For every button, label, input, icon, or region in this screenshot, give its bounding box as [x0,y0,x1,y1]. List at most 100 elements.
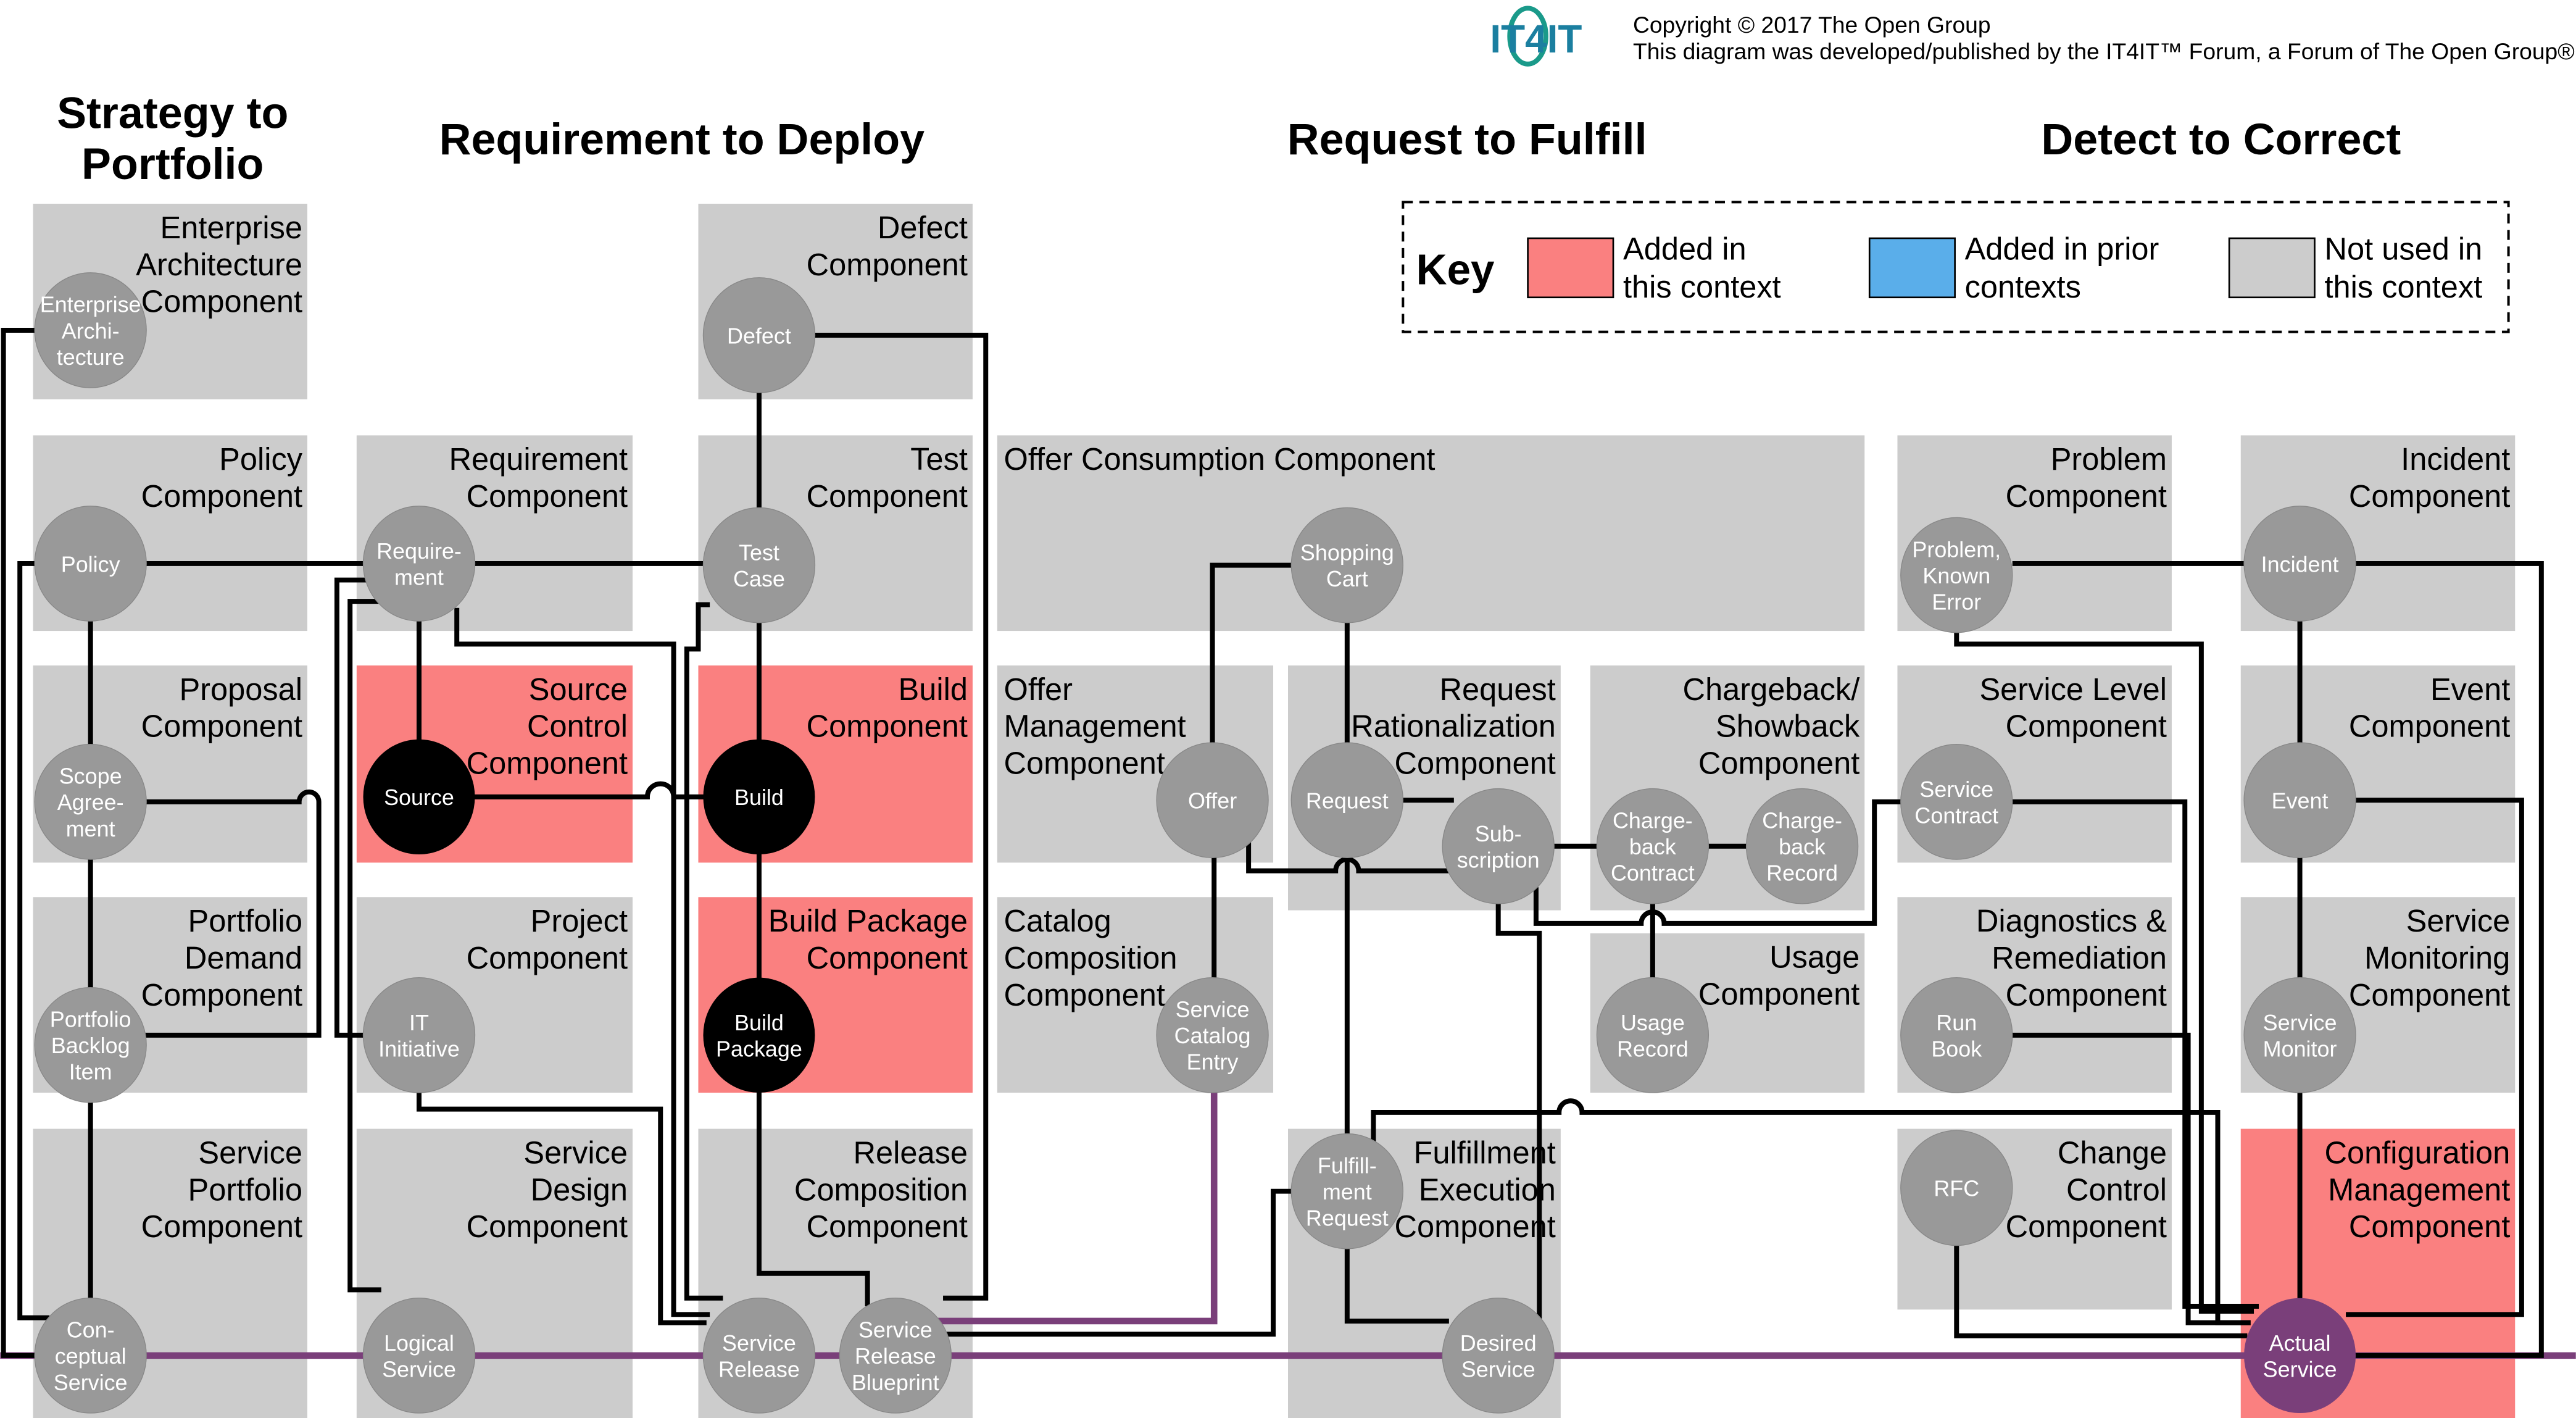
key-swatch [1527,237,1614,299]
data-object-defect[interactable]: Defect [702,277,816,393]
stream-heading-r2d: Requirement to Deploy [439,115,925,164]
data-object-service-release-blueprint[interactable]: ServiceReleaseBlueprint [839,1298,952,1414]
data-object-service-catalog-entry[interactable]: ServiceCatalogEntry [1156,977,1269,1093]
component-title: Portfolio [188,1172,303,1207]
component-title: Component [1394,746,1555,781]
component-title: Control [2066,1172,2167,1207]
data-object-label: Request [1306,788,1389,814]
component-title: Component [2349,1209,2510,1244]
data-object-logical-service[interactable]: LogicalService [362,1298,476,1414]
key-swatch [2228,237,2316,299]
component-title: Portfolio [188,903,303,938]
component-title: Service Level [1979,672,2167,707]
component-title: Offer Consumption Component [1004,441,1435,477]
data-object-label: Shopping [1300,540,1394,565]
data-object-label: Charge- [1762,807,1842,833]
component-title: Component [1394,1209,1555,1244]
component-title: Architecture [136,247,302,282]
data-object-run-book[interactable]: RunBook [1900,977,2013,1093]
data-object-label: Blueprint [852,1370,939,1395]
component-title: Component [141,977,302,1012]
data-object-label: Contract [1914,803,1998,828]
data-object-label: ment [66,816,115,841]
component-offer-consumption: Offer Consumption Component [997,435,1865,632]
data-object-label: Release [855,1343,936,1369]
data-object-rfc[interactable]: RFC [1900,1130,2013,1246]
key-label: Added in [1623,231,1747,267]
component-title: Remediation [1992,940,2167,975]
data-object-usage-record[interactable]: UsageRecord [1596,977,1710,1093]
component-title: Composition [794,1172,968,1207]
it4it-logo: IT4IT [1490,6,1582,67]
data-object-label: Build [734,1010,784,1035]
data-object-shopping-cart[interactable]: ShoppingCart [1290,507,1403,624]
data-object-incident[interactable]: Incident [2243,506,2356,622]
data-object-label: Initiative [378,1036,460,1061]
data-object-actual-service[interactable]: ActualService [2244,1298,2356,1414]
data-object-label: Charge- [1613,807,1693,833]
component-title: Component [1004,746,1165,781]
data-object-label: Package [716,1036,802,1061]
it4it-value-stream-diagram: EnterpriseArchitectureComponentPolicyCom… [0,6,2576,1418]
data-object-label: Desired [1460,1330,1537,1356]
data-object-label: Service [1919,777,1993,802]
stream-heading-d2c: Detect to Correct [2041,115,2401,164]
data-object-source[interactable]: Source [363,739,475,855]
data-object-problem-known-error[interactable]: Problem,KnownError [1900,517,2013,633]
component-title: Component [2006,977,2167,1012]
data-object-label: Logical [384,1330,454,1356]
data-object-service-release[interactable]: ServiceRelease [702,1298,816,1414]
data-object-offer[interactable]: Offer [1156,742,1269,859]
component-title: Test [910,441,968,477]
logo-text: IT4IT [1490,17,1582,61]
data-object-enterprise-architecture[interactable]: EnterpriseArchi-tecture [34,272,147,388]
data-object-desired-service[interactable]: DesiredService [1442,1298,1555,1414]
component-title: Component [2349,478,2510,514]
data-object-label: Agree- [57,790,124,815]
data-object-fulfillment-request[interactable]: Fulfill-mentRequest [1290,1133,1403,1249]
data-object-label: Problem, [1912,536,2001,562]
component-title: Service [198,1135,302,1170]
data-object-label: tecture [57,344,125,370]
data-object-portfolio-backlog-item[interactable]: PortfolioBacklogItem [34,986,147,1103]
component-title: Monitoring [2364,940,2510,975]
data-object-build[interactable]: Build [703,739,815,855]
component-title: Component [807,940,968,975]
component-title: Component [467,1209,628,1244]
data-object-label: Record [1617,1036,1689,1061]
data-object-subscription[interactable]: Sub-scription [1442,788,1555,904]
data-object-label: Run [1936,1010,1977,1035]
connector [944,1188,1293,1337]
data-object-scope-agreement[interactable]: ScopeAgree-ment [34,744,147,860]
component-title: Build [899,672,968,707]
data-object-requirement[interactable]: Require-ment [362,506,476,622]
component-title: Design [531,1172,628,1207]
component-title: Usage [1769,940,1859,975]
data-object-service-contract[interactable]: ServiceContract [1900,744,2013,860]
component-title: Component [807,247,968,282]
data-object-event[interactable]: Event [2243,742,2356,859]
data-object-it-initiative[interactable]: ITInitiative [362,977,476,1093]
data-object-label: Sub- [1475,821,1522,846]
component-title: Configuration [2324,1135,2510,1170]
data-object-chargeback-contract[interactable]: Charge-backContract [1596,788,1710,904]
data-object-label: Require- [376,538,462,564]
data-object-policy[interactable]: Policy [34,506,147,622]
component-title: Service [2406,903,2511,938]
component-title: Management [2328,1172,2510,1207]
stream-heading-s2p: Strategy to [57,89,288,138]
data-object-test-case[interactable]: TestCase [702,507,816,624]
component-title: Component [2006,478,2167,514]
stream-heading-s2p: Portfolio [81,140,264,189]
data-object-service-monitor[interactable]: ServiceMonitor [2243,977,2356,1093]
data-object-build-package[interactable]: BuildPackage [703,977,815,1093]
data-object-chargeback-record[interactable]: Charge-backRecord [1745,788,1859,904]
data-object-conceptual-service[interactable]: Con-ceptualService [34,1298,147,1414]
component-title: Component [2006,709,2167,744]
key-swatch [1868,237,1956,299]
data-object-request[interactable]: Request [1290,742,1403,859]
key-label: contexts [1965,269,2081,304]
component-title: Demand [185,940,302,975]
data-object-label: Request [1306,1206,1389,1231]
component-title: Component [807,709,968,744]
